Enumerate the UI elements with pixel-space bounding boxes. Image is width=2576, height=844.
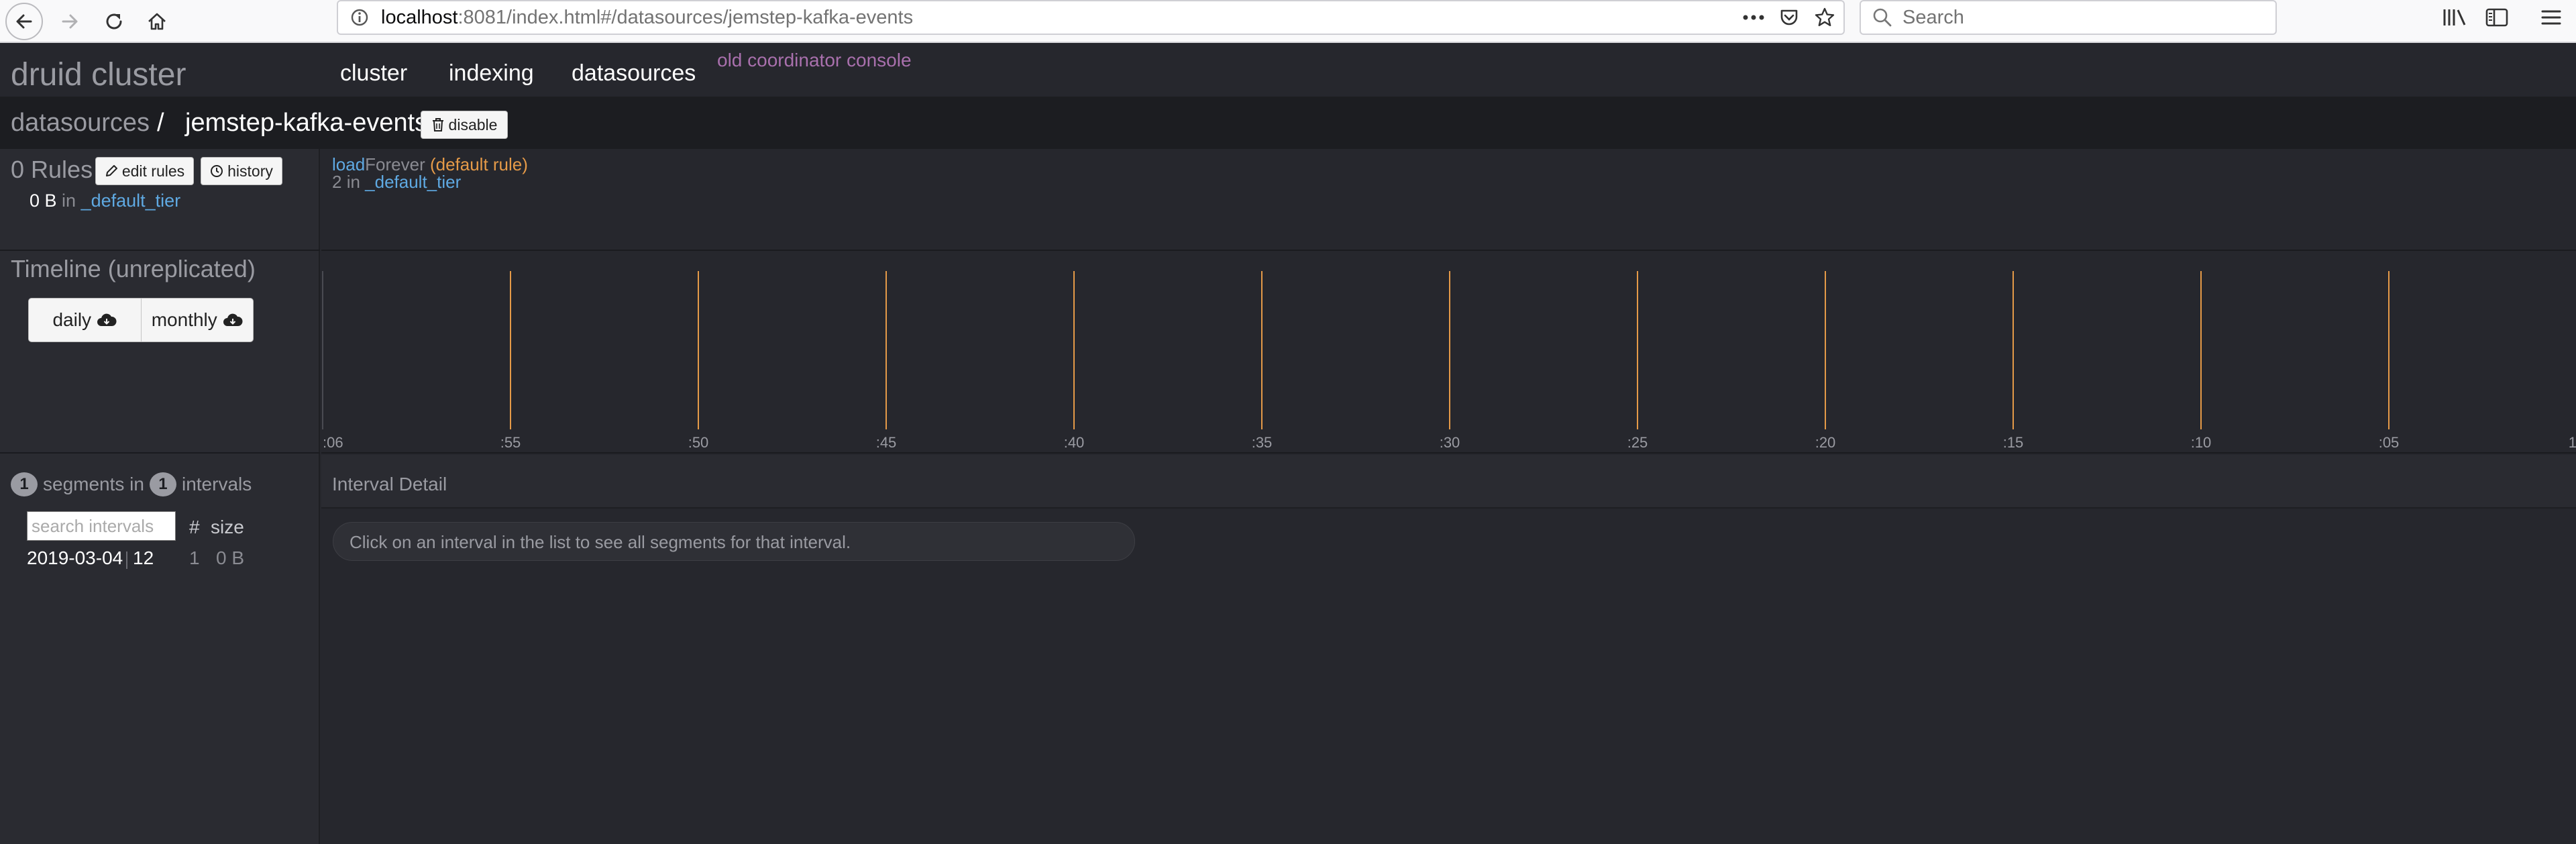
replicants-in: in [341,172,366,192]
star-icon[interactable] [1814,7,1835,28]
monthly-button[interactable]: monthly [140,299,254,341]
search-icon [1872,7,1893,28]
timeline-tick-label: :15 [2003,434,2024,451]
sidebar-icon[interactable] [2485,7,2509,28]
disable-label: disable [448,115,498,134]
timeline-tick-label: :35 [1252,434,1273,451]
interval-hour: 12 [133,547,154,568]
timeline-tick-label: :10 [2191,434,2212,451]
timeline-tick-label: :05 [2379,434,2400,451]
divider [0,452,320,454]
timeline-tick-label: :40 [1064,434,1085,451]
interval-search-input[interactable] [27,511,176,541]
interval-detail-hint: Click on an interval in the list to see … [333,522,1135,561]
rules-title: 0 Rules [11,156,93,183]
timeline-tick-label: :30 [1440,434,1460,451]
timeline-tick-label: :55 [500,434,521,451]
segment-summary: 1 segments in 1 intervals [11,472,252,496]
cloud-download-icon [223,313,243,326]
browser-toolbar: localhost:8081/index.html#/datasources/j… [0,0,2576,43]
datasource-name: jemstep-kafka-events [185,109,428,137]
clock-icon [211,165,223,177]
browser-search-input[interactable] [1902,7,2251,28]
intervals-label: intervals [181,474,252,494]
timeline-tick-label: :45 [876,434,897,451]
breadcrumb: datasources / jemstep-kafka-events disab… [0,97,2576,149]
reload-icon [106,13,122,30]
history-button[interactable]: history [201,157,282,185]
url-text: localhost:8081/index.html#/datasources/j… [381,7,913,29]
rules-detail: loadForever (default rule) 2 in _default… [321,149,2576,251]
timeline-title: Timeline (unreplicated) [11,255,256,282]
url-host: localhost [381,7,458,28]
timeline-chart[interactable]: :06 :55 :50 :45 :40 :35 :30 :25 :20 :15 :10 :05 12 [321,252,2576,454]
library-icon[interactable] [2442,7,2469,28]
pocket-icon[interactable] [1779,7,1799,28]
breadcrumb-datasources-link[interactable]: datasources [11,109,150,138]
segments-label: segments in [43,474,144,494]
back-button[interactable] [5,3,43,40]
daily-button[interactable]: daily [29,299,141,341]
segment-count-badge: 1 [11,472,38,496]
app-header: druid cluster cluster indexing datasourc… [0,44,2576,97]
interval-detail-header: Interval Detail [321,455,2576,509]
usage-tier: _default_tier [80,191,181,211]
forward-button[interactable] [51,3,89,40]
interval-date: 2019-03-04 [27,547,123,568]
interval-size: 0 B [216,547,245,568]
timeline-svg: :06 :55 :50 :45 :40 :35 :30 :25 :20 :15 :10 :05 12 [322,271,2576,451]
rule-replicants: 2 in _default_tier [332,172,461,193]
trash-icon [432,118,443,131]
interval-row[interactable]: 2019-03-04 12 1 0 B [0,545,315,572]
reload-button[interactable] [95,3,133,40]
old-console-link[interactable]: old coordinator console [717,50,912,71]
nav-cluster[interactable]: cluster [340,60,407,87]
more-dots-icon[interactable] [1741,8,1766,27]
edit-rules-button[interactable]: edit rules [95,157,194,185]
interval-detail-title: Interval Detail [332,474,447,494]
usage-in: in [56,191,81,211]
interval-detail-hint-text: Click on an interval in the list to see … [350,532,851,552]
interval-segment-count: 1 [189,547,200,568]
home-icon [148,13,166,30]
replicant-count: 2 [332,172,342,192]
interval-count-badge: 1 [149,472,176,496]
rules-usage: 0 B in _default_tier [30,191,180,211]
browser-search-box[interactable] [1860,0,2277,35]
count-column-header: # [189,517,200,537]
forward-arrow-icon [62,14,78,29]
left-panel: 0 Rules edit rules history 0 B in _defau… [0,149,320,844]
pencil-icon [105,165,117,176]
timeline-granularity-toggle: daily monthly [28,298,254,342]
url-bar[interactable]: localhost:8081/index.html#/datasources/j… [337,0,1845,35]
history-label: history [227,162,273,180]
replicant-tier: _default_tier [365,172,462,192]
timeline-tick-label: :50 [688,434,709,451]
timeline-tick-label: :25 [1627,434,1648,451]
nav-indexing[interactable]: indexing [449,60,534,87]
disable-button[interactable]: disable [421,111,508,139]
back-arrow-icon [16,14,32,29]
usage-size: 0 B [30,191,57,211]
divider [0,250,320,251]
nav-datasources[interactable]: datasources [572,60,696,87]
hamburger-menu-icon[interactable] [2540,7,2563,28]
info-icon[interactable] [350,8,369,27]
edit-rules-label: edit rules [121,162,185,180]
brand-title[interactable]: druid cluster [11,56,186,93]
home-button[interactable] [138,3,176,40]
size-column-header: size [211,517,244,537]
divider [126,551,127,569]
timeline-tick-label: :06 [323,434,343,451]
breadcrumb-separator: / [157,109,164,137]
timeline-tick-label: :20 [1815,434,1836,451]
timeline-tick-label: 12 [2569,434,2576,451]
monthly-label: monthly [151,309,217,330]
daily-label: daily [52,309,92,330]
url-path: :8081/index.html#/datasources/jemstep-ka… [458,7,914,28]
cloud-download-icon [97,313,117,326]
